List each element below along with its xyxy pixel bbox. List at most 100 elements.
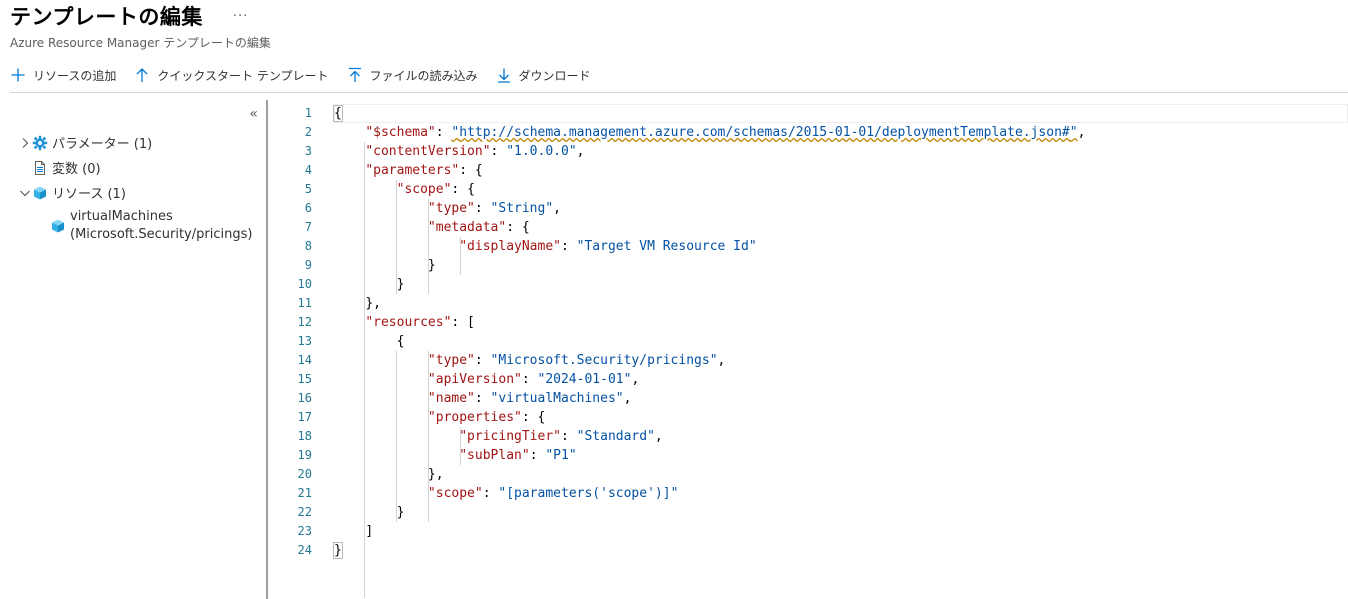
code-line: "pricingTier": "Standard",: [459, 429, 663, 444]
code-line: "contentVersion": "1.0.0.0",: [365, 144, 585, 159]
line-number: 17: [297, 410, 312, 424]
line-number: 21: [297, 486, 312, 500]
code-line: "type": "Microsoft.Security/pricings",: [427, 353, 726, 368]
line-number: 16: [297, 391, 312, 405]
cube-icon: [32, 185, 48, 201]
page-title: テンプレートの編集: [10, 5, 203, 29]
line-number: 2: [304, 125, 312, 139]
line-number: 15: [297, 372, 312, 386]
collapse-pane-button[interactable]: «: [249, 106, 258, 122]
resource-type-value: Microsoft.Security/pricings: [498, 353, 710, 368]
code-line: },: [365, 296, 381, 311]
tree-item-virtualmachines[interactable]: virtualMachines (Microsoft.Security/pric…: [50, 208, 252, 244]
outline-tree: パラメーター (1) 変数 (0) リソース (1) virtualMachin…: [18, 130, 252, 244]
line-number: 3: [304, 144, 312, 158]
parameter-type-value: String: [498, 201, 546, 216]
parameter-name-key: scope: [404, 182, 444, 197]
load-file-button[interactable]: ファイルの読み込み: [347, 62, 478, 88]
line-number: 24: [297, 543, 312, 557]
tree-label-resources: リソース (1): [52, 187, 126, 202]
line-number: 10: [297, 277, 312, 291]
code-line: }: [396, 277, 405, 292]
tree-label-resource-type: (Microsoft.Security/pricings): [70, 227, 253, 242]
tree-item-parameters[interactable]: パラメーター (1): [18, 130, 252, 155]
tree-item-variables[interactable]: 変数 (0): [18, 155, 252, 180]
schema-url-link[interactable]: http://schema.management.azure.com/schem…: [459, 125, 1069, 140]
code-line: "type": "String",: [427, 201, 561, 216]
tree-label-parameters: パラメーター (1): [52, 137, 153, 152]
code-line: {: [333, 104, 1348, 123]
download-button[interactable]: ダウンロード: [496, 62, 591, 88]
line-number-gutter: 1 2 3 4 5 6 7 8 9 10 11 12 13 14 15 16 17 18 19 20 21 22 23 24: [272, 104, 312, 560]
code-line: "metadata": {: [427, 220, 530, 235]
chevron-down-icon[interactable]: [18, 186, 32, 200]
tree-label-variables: 変数 (0): [52, 162, 101, 177]
line-number: 4: [304, 163, 312, 177]
edit-template-page: テンプレートの編集 ··· Azure Resource Manager テンプ…: [0, 0, 1348, 599]
code-line: ]: [365, 524, 374, 539]
pane-splitter[interactable]: [266, 100, 268, 599]
code-line: "parameters": {: [365, 163, 483, 178]
code-line: "name": "virtualMachines",: [427, 391, 632, 406]
gear-icon: [32, 135, 48, 151]
pricing-tier-value: Standard: [584, 429, 648, 444]
upload-icon: [347, 67, 363, 83]
code-line: }: [427, 258, 436, 273]
api-version-value: 2024-01-01: [545, 372, 624, 387]
line-number: 12: [297, 315, 312, 329]
cube-icon: [50, 218, 66, 234]
line-number: 23: [297, 524, 312, 538]
code-editor[interactable]: 1 2 3 4 5 6 7 8 9 10 11 12 13 14 15 16 17 18 19 20 21 22 23 24 …: [272, 102, 1348, 599]
line-number: 8: [304, 239, 312, 253]
code-line: "scope": "[parameters('scope')]": [427, 486, 679, 501]
code-line: "resources": [: [365, 315, 475, 330]
download-icon: [496, 67, 512, 83]
code-line: "scope": {: [396, 182, 475, 197]
sub-plan-value: P1: [553, 448, 569, 463]
quickstart-label: クイックスタート テンプレート: [157, 68, 329, 83]
code-line: {: [396, 334, 405, 349]
line-number: 1: [304, 106, 312, 120]
toolbar-divider: [10, 92, 1348, 93]
resource-name-value: virtualMachines: [498, 391, 616, 406]
tree-item-resources[interactable]: リソース (1): [18, 180, 252, 205]
code-line: "apiVersion": "2024-01-01",: [427, 372, 640, 387]
close-brace: }: [333, 542, 343, 559]
line-number: 19: [297, 448, 312, 462]
download-label: ダウンロード: [518, 68, 591, 83]
template-outline-pane: « パラメーター (1) 変数 (0) リソース (1) virtualMach…: [10, 100, 266, 599]
toolbar: リソースの追加 クイックスタート テンプレート ファイルの読み込み ダウンロード: [10, 62, 609, 88]
page-header: テンプレートの編集 ··· Azure Resource Manager テンプ…: [10, 2, 271, 50]
line-number: 14: [297, 353, 312, 367]
arrow-up-icon: [134, 67, 150, 83]
code-line: },: [427, 467, 444, 482]
code-line: }: [396, 505, 405, 520]
load-file-label: ファイルの読み込み: [369, 68, 478, 83]
line-number: 11: [297, 296, 312, 310]
add-resource-label: リソースの追加: [33, 68, 117, 83]
page-subtitle: Azure Resource Manager テンプレートの編集: [10, 36, 271, 50]
content-version-value: 1.0.0.0: [514, 144, 569, 159]
open-brace: {: [333, 105, 343, 122]
code-line: "properties": {: [427, 410, 546, 425]
scope-expression-value: [parameters('scope')]: [506, 486, 671, 501]
code-line: }: [333, 541, 1348, 560]
line-number: 18: [297, 429, 312, 443]
line-number: 13: [297, 334, 312, 348]
line-number: 22: [297, 505, 312, 519]
line-number: 7: [304, 220, 312, 234]
line-number: 5: [304, 182, 312, 196]
add-resource-button[interactable]: リソースの追加: [10, 62, 116, 88]
more-options-button[interactable]: ···: [227, 9, 254, 24]
code-line: "subPlan": "P1": [459, 448, 577, 463]
document-icon: [32, 160, 48, 176]
line-number: 9: [304, 258, 312, 272]
line-number: 6: [304, 201, 312, 215]
code-line: "displayName": "Target VM Resource Id": [459, 239, 757, 254]
code-content[interactable]: { "$schema": "http://schema.management.a…: [333, 104, 1348, 560]
tree-label-resource-name: virtualMachines: [70, 209, 173, 224]
chevron-right-icon[interactable]: [18, 136, 32, 150]
code-line: "$schema": "http://schema.management.azu…: [365, 125, 1086, 140]
quickstart-template-button[interactable]: クイックスタート テンプレート: [134, 62, 329, 88]
plus-icon: [10, 67, 26, 83]
